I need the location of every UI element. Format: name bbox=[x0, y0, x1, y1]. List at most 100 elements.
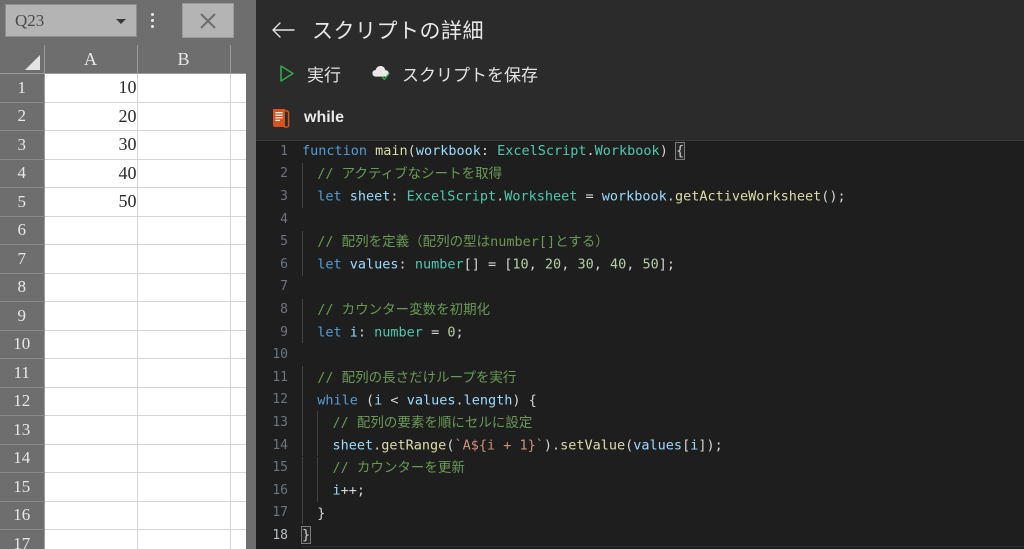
cell-B2[interactable] bbox=[137, 102, 231, 131]
cell-A7[interactable] bbox=[44, 244, 138, 274]
cell-B4[interactable] bbox=[137, 159, 231, 188]
table-row[interactable]: 10 bbox=[0, 330, 246, 359]
cell-A11[interactable] bbox=[44, 358, 138, 388]
cell-C3-partial[interactable] bbox=[230, 130, 246, 160]
cell-C8-partial[interactable] bbox=[230, 273, 246, 302]
code-line[interactable]: 1 function main(workbook: ExcelScript.Workb… bbox=[256, 140, 1024, 163]
cell-A3[interactable]: 30 bbox=[44, 130, 138, 160]
cell-A14[interactable] bbox=[44, 444, 138, 473]
row-header-9[interactable]: 9 bbox=[0, 301, 45, 331]
cell-A17[interactable] bbox=[44, 529, 138, 549]
cell-C13-partial[interactable] bbox=[230, 415, 246, 445]
row-header-5[interactable]: 5 bbox=[0, 187, 45, 217]
column-header-partial[interactable] bbox=[230, 45, 247, 74]
cell-C11-partial[interactable] bbox=[230, 358, 246, 388]
code-line[interactable]: 14 sheet.getRange(`A${i + 1}`).setValue(v… bbox=[256, 433, 1024, 457]
table-row[interactable]: 15 bbox=[0, 472, 246, 502]
cell-A10[interactable] bbox=[44, 330, 138, 359]
cell-C12-partial[interactable] bbox=[230, 387, 246, 416]
code-line[interactable]: 13 // 配列の要素を順にセルに設定 bbox=[256, 411, 1024, 435]
code-line[interactable]: 9 let i: number = 0; bbox=[256, 320, 1024, 344]
cell-C10-partial[interactable] bbox=[230, 330, 246, 359]
cell-B6[interactable] bbox=[137, 216, 231, 245]
cell-A12[interactable] bbox=[44, 387, 138, 416]
row-header-13[interactable]: 13 bbox=[0, 415, 45, 445]
row-header-10[interactable]: 10 bbox=[0, 330, 45, 359]
table-row[interactable]: 17 bbox=[0, 529, 246, 549]
cell-B17[interactable] bbox=[137, 529, 231, 549]
code-line[interactable]: 17} bbox=[256, 501, 1024, 525]
table-row[interactable]: 12 bbox=[0, 387, 246, 416]
row-header-3[interactable]: 3 bbox=[0, 130, 45, 160]
code-lines-container[interactable]: 1 function main(workbook: ExcelScript.Workb… bbox=[256, 140, 1024, 547]
row-header-12[interactable]: 12 bbox=[0, 387, 45, 416]
cell-A6[interactable] bbox=[44, 216, 138, 245]
cell-A16[interactable] bbox=[44, 501, 138, 530]
cell-C7-partial[interactable] bbox=[230, 244, 246, 274]
cell-B13[interactable] bbox=[137, 415, 231, 445]
script-name-row[interactable]: while bbox=[256, 100, 1024, 136]
cell-B11[interactable] bbox=[137, 358, 231, 388]
code-line[interactable]: 4 bbox=[256, 208, 1024, 231]
cell-C6-partial[interactable] bbox=[230, 216, 246, 245]
row-header-7[interactable]: 7 bbox=[0, 244, 45, 274]
save-script-button[interactable]: スクリプトを保存 bbox=[363, 56, 546, 90]
row-header-11[interactable]: 11 bbox=[0, 358, 45, 388]
table-row[interactable]: 14 bbox=[0, 444, 246, 473]
cell-A4[interactable]: 40 bbox=[44, 159, 138, 188]
cell-B9[interactable] bbox=[137, 301, 231, 331]
table-row[interactable]: 7 bbox=[0, 244, 246, 274]
cell-B1[interactable] bbox=[137, 73, 231, 103]
cell-C17-partial[interactable] bbox=[230, 529, 246, 549]
cell-B16[interactable] bbox=[137, 501, 231, 530]
chevron-down-icon[interactable] bbox=[116, 18, 126, 24]
code-line[interactable]: 15 // カウンターを更新 bbox=[256, 456, 1024, 480]
table-row[interactable]: 6 bbox=[0, 216, 246, 245]
row-header-4[interactable]: 4 bbox=[0, 159, 45, 188]
table-row[interactable]: 5 50 bbox=[0, 187, 246, 217]
table-row[interactable]: 9 bbox=[0, 301, 246, 331]
row-header-1[interactable]: 1 bbox=[0, 73, 45, 103]
cell-A5[interactable]: 50 bbox=[44, 187, 138, 217]
cell-C1-partial[interactable] bbox=[230, 73, 246, 103]
row-header-17[interactable]: 17 bbox=[0, 529, 45, 549]
cell-B12[interactable] bbox=[137, 387, 231, 416]
cell-A1[interactable]: 10 bbox=[44, 73, 138, 103]
column-header-b[interactable]: B bbox=[137, 45, 231, 74]
row-header-14[interactable]: 14 bbox=[0, 444, 45, 473]
table-row[interactable]: 1 10 bbox=[0, 73, 246, 103]
code-line[interactable]: 6 let values: number[] = [10, 20, 30, 40, 50]; bbox=[256, 252, 1024, 276]
table-row[interactable]: 11 bbox=[0, 358, 246, 388]
table-row[interactable]: 8 bbox=[0, 273, 246, 302]
close-button[interactable] bbox=[182, 3, 234, 38]
cell-C4-partial[interactable] bbox=[230, 159, 246, 188]
cell-A9[interactable] bbox=[44, 301, 138, 331]
table-row[interactable]: 13 bbox=[0, 415, 246, 445]
row-header-6[interactable]: 6 bbox=[0, 216, 45, 245]
back-arrow-icon[interactable] bbox=[266, 15, 300, 45]
row-header-16[interactable]: 16 bbox=[0, 501, 45, 530]
code-line[interactable]: 8 // カウンター変数を初期化 bbox=[256, 298, 1024, 322]
cell-C15-partial[interactable] bbox=[230, 472, 246, 502]
cell-B8[interactable] bbox=[137, 273, 231, 302]
cell-B3[interactable] bbox=[137, 130, 231, 160]
cell-B5[interactable] bbox=[137, 187, 231, 217]
code-line[interactable]: 7 bbox=[256, 276, 1024, 299]
column-header-a[interactable]: A bbox=[44, 45, 138, 74]
code-editor[interactable]: 1 function main(workbook: ExcelScript.Workb… bbox=[256, 140, 1024, 549]
cell-C14-partial[interactable] bbox=[230, 444, 246, 473]
cell-B14[interactable] bbox=[137, 444, 231, 473]
run-button[interactable]: 実行 bbox=[268, 56, 349, 90]
more-options-icon[interactable] bbox=[140, 4, 165, 37]
table-row[interactable]: 2 20 bbox=[0, 102, 246, 131]
code-line[interactable]: 11 // 配列の長さだけループを実行 bbox=[256, 366, 1024, 389]
code-line[interactable]: 16 i++; bbox=[256, 478, 1024, 502]
code-line[interactable]: 5 // 配列を定義（配列の型はnumber[]とする） bbox=[256, 230, 1024, 254]
table-row[interactable]: 3 30 bbox=[0, 130, 246, 160]
table-row[interactable]: 4 40 bbox=[0, 159, 246, 188]
row-header-15[interactable]: 15 bbox=[0, 472, 45, 502]
spreadsheet-grid[interactable]: A B 1 10 2 20 3 30 4 40 5 50 6 7 8 9 10 11 12 13 14 15 16 17 bbox=[0, 45, 256, 549]
cell-B10[interactable] bbox=[137, 330, 231, 359]
cell-A2[interactable]: 20 bbox=[44, 102, 138, 131]
table-row[interactable]: 16 bbox=[0, 501, 246, 530]
